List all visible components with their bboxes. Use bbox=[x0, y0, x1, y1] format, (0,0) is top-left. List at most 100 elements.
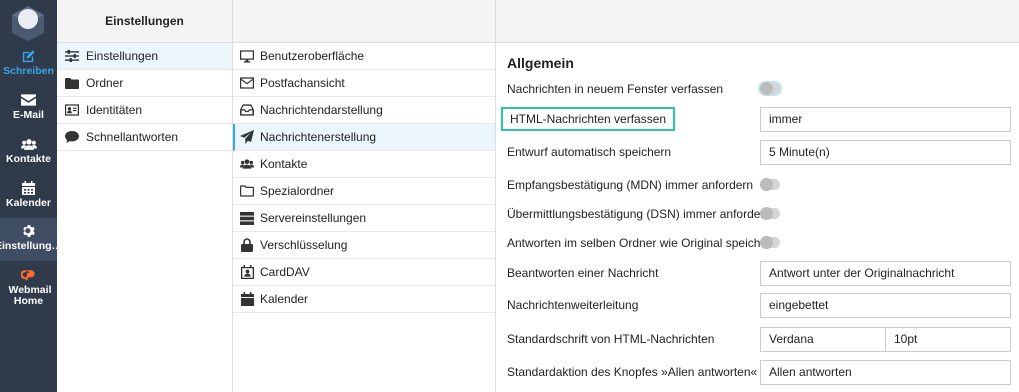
address-card-icon bbox=[240, 265, 254, 279]
nav-settings-label: Einstellung… bbox=[0, 240, 63, 252]
row-default-font: Standardschrift von HTML-Nachrichten Ver… bbox=[507, 326, 1019, 352]
section-responses[interactable]: Schnellantworten bbox=[57, 124, 232, 151]
row-reply-mode: Beantworten einer Nachricht Antwort unte… bbox=[507, 260, 1019, 286]
paper-plane-icon bbox=[240, 130, 254, 144]
nav-compose-label: Schreiben bbox=[3, 65, 54, 77]
pref-contacts[interactable]: Kontakte bbox=[233, 151, 495, 178]
id-card-icon bbox=[65, 103, 79, 117]
nav-calendar-label: Kalender bbox=[6, 197, 51, 209]
row-label: Standardschrift von HTML-Nachrichten bbox=[507, 332, 715, 346]
draft-autosave-select[interactable]: 5 Minute(n) bbox=[760, 139, 1011, 165]
section-identities-label: Identitäten bbox=[86, 103, 143, 117]
compose-icon bbox=[21, 48, 37, 64]
calendar-icon bbox=[240, 292, 254, 306]
section-folders[interactable]: Ordner bbox=[57, 70, 232, 97]
row-label: Empfangsbestätigung (MDN) immer anforder… bbox=[507, 177, 754, 192]
comment-icon bbox=[65, 130, 79, 144]
pref-special-folders-label: Spezialordner bbox=[260, 184, 335, 198]
row-label: Übermittlungsbestätigung (DSN) immer anf… bbox=[507, 206, 772, 221]
lock-icon bbox=[240, 238, 254, 252]
section-responses-label: Schnellantworten bbox=[86, 130, 179, 144]
cpanel-icon bbox=[20, 267, 37, 283]
row-label: Nachrichtenweiterleitung bbox=[507, 298, 639, 312]
dsn-default-toggle[interactable] bbox=[760, 207, 780, 220]
pref-carddav-label: CardDAV bbox=[260, 265, 310, 279]
pref-carddav[interactable]: CardDAV bbox=[233, 259, 495, 286]
row-label-highlighted: HTML-Nachrichten verfassen bbox=[501, 107, 676, 131]
pref-composing-messages-label: Nachrichtenerstellung bbox=[260, 130, 377, 144]
row-label: Nachrichten in neuem Fenster verfassen bbox=[507, 81, 724, 96]
pref-mailbox-view[interactable]: Postfachansicht bbox=[233, 70, 495, 97]
pref-server-settings-label: Servereinstellungen bbox=[260, 211, 367, 225]
pref-message-display[interactable]: Nachrichtendarstellung bbox=[233, 97, 495, 124]
pref-user-interface[interactable]: Benutzeroberfläche bbox=[233, 43, 495, 70]
pref-special-folders[interactable]: Spezialordner bbox=[233, 178, 495, 205]
forward-mode-select[interactable]: eingebettet bbox=[760, 292, 1011, 318]
mailbox-view-icon bbox=[240, 76, 254, 90]
pref-composing-messages[interactable]: Nachrichtenerstellung bbox=[233, 124, 495, 151]
sliders-icon bbox=[65, 49, 79, 63]
nav-compose[interactable]: Schreiben bbox=[0, 43, 57, 86]
settings-panel-title: Einstellungen bbox=[105, 14, 184, 28]
compose-new-window-toggle[interactable] bbox=[760, 82, 780, 95]
gear-icon bbox=[21, 223, 37, 239]
row-reply-all-mode: Standardaktion des Knopfes »Allen antwor… bbox=[507, 359, 1019, 385]
row-compose-html: HTML-Nachrichten verfassen immer bbox=[501, 106, 1019, 132]
nav-settings[interactable]: Einstellung… bbox=[0, 218, 62, 261]
settings-sections-panel: Einstellungen Einstellungen Ordner Ident… bbox=[57, 0, 233, 392]
row-label: Standardaktion des Knopfes »Allen antwor… bbox=[507, 365, 758, 379]
pref-user-interface-label: Benutzeroberfläche bbox=[260, 49, 365, 63]
section-title: Allgemein bbox=[507, 55, 574, 71]
row-label: Antworten im selben Ordner wie Original … bbox=[507, 235, 778, 250]
pref-calendar-label: Kalender bbox=[260, 292, 309, 306]
main-navigation: Schreiben E-Mail Kontakte Kalender Einst… bbox=[0, 0, 62, 392]
pref-server-settings[interactable]: Servereinstellungen bbox=[233, 205, 495, 232]
nav-mail[interactable]: E-Mail bbox=[0, 87, 57, 130]
reply-all-mode-select[interactable]: Allen antworten bbox=[760, 359, 1011, 385]
section-preferences-label: Einstellungen bbox=[86, 49, 159, 63]
default-font-size-select[interactable]: 10pt bbox=[886, 326, 1011, 352]
row-label: Beantworten einer Nachricht bbox=[507, 266, 659, 280]
row-label: Entwurf automatisch speichern bbox=[507, 145, 672, 159]
row-reply-same-folder: Antworten im selben Ordner wie Original … bbox=[507, 234, 1019, 251]
preferences-sections-panel: Benutzeroberfläche Postfachansicht Nachr… bbox=[233, 0, 496, 392]
row-mdn-default: Empfangsbestätigung (MDN) immer anforder… bbox=[507, 176, 1019, 193]
pref-encryption[interactable]: Verschlüsselung bbox=[233, 232, 495, 259]
pref-calendar[interactable]: Kalender bbox=[233, 286, 495, 313]
row-compose-in-new-window: Nachrichten in neuem Fenster verfassen bbox=[507, 80, 1019, 97]
envelope-icon bbox=[21, 92, 37, 108]
pref-contacts-label: Kontakte bbox=[260, 157, 308, 171]
monitor-icon bbox=[240, 49, 254, 63]
default-font-select[interactable]: Verdana bbox=[760, 326, 886, 352]
inbox-icon bbox=[240, 103, 254, 117]
reply-mode-select[interactable]: Antwort unter der Originalnachricht bbox=[760, 260, 1011, 286]
nav-contacts[interactable]: Kontakte bbox=[0, 131, 57, 174]
section-folders-label: Ordner bbox=[86, 76, 124, 90]
nav-mail-label: E-Mail bbox=[13, 109, 44, 121]
users-icon bbox=[240, 157, 254, 171]
users-icon bbox=[20, 136, 37, 152]
nav-calendar[interactable]: Kalender bbox=[0, 175, 57, 218]
mdn-default-toggle[interactable] bbox=[760, 178, 780, 191]
calendar-icon bbox=[21, 180, 37, 196]
settings-panel-header: Einstellungen bbox=[57, 0, 232, 43]
app-logo bbox=[12, 6, 44, 41]
form-header bbox=[496, 0, 1019, 43]
composing-settings-form: Allgemein Nachrichten in neuem Fenster v… bbox=[496, 0, 1019, 392]
nav-contacts-label: Kontakte bbox=[6, 153, 51, 165]
row-dsn-default: Übermittlungsbestätigung (DSN) immer anf… bbox=[507, 205, 1019, 222]
nav-webmail-home[interactable]: Webmail Home bbox=[0, 262, 57, 312]
row-forward-attachment: Nachrichtenweiterleitung eingebettet bbox=[507, 292, 1019, 318]
preferences-panel-header bbox=[233, 0, 495, 43]
section-identities[interactable]: Identitäten bbox=[57, 97, 232, 124]
pref-mailbox-view-label: Postfachansicht bbox=[260, 76, 345, 90]
pref-encryption-label: Verschlüsselung bbox=[260, 238, 348, 252]
compose-html-select[interactable]: immer bbox=[760, 106, 1011, 132]
folder-icon bbox=[65, 76, 79, 90]
nav-webmail-home-label: Webmail Home bbox=[8, 284, 52, 307]
row-draft-autosave: Entwurf automatisch speichern 5 Minute(n… bbox=[507, 139, 1019, 165]
server-icon bbox=[240, 211, 254, 225]
pref-message-display-label: Nachrichtendarstellung bbox=[260, 103, 383, 117]
section-preferences[interactable]: Einstellungen bbox=[57, 43, 232, 70]
reply-same-folder-toggle[interactable] bbox=[760, 236, 780, 249]
